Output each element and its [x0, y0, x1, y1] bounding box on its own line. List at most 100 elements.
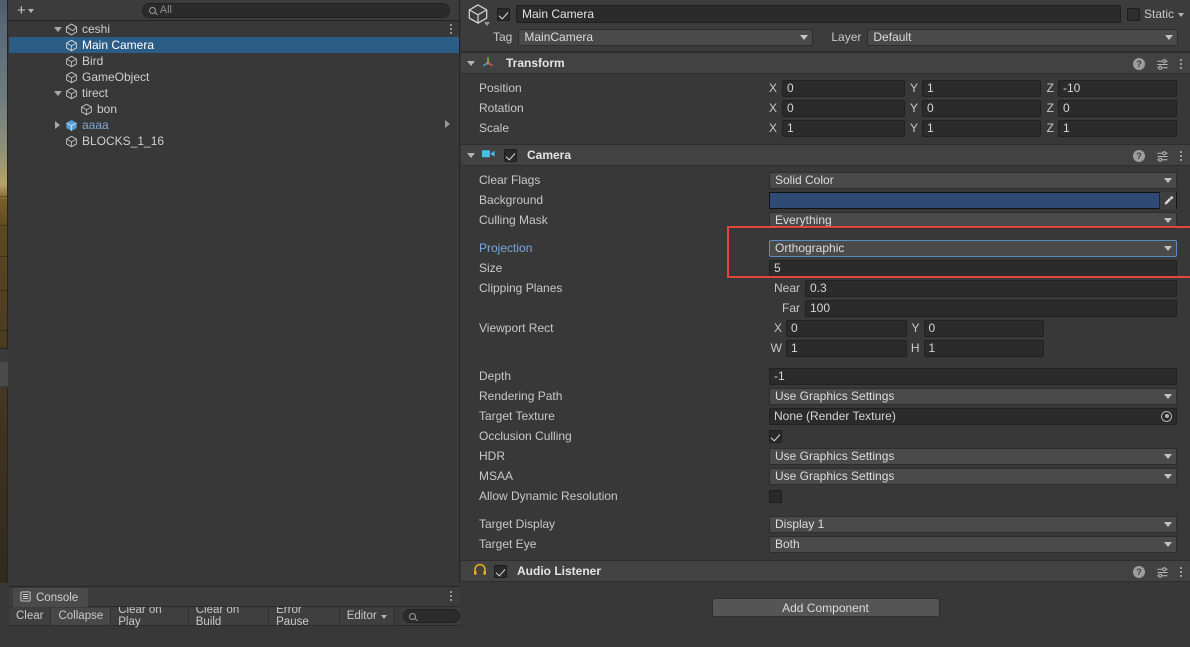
console-clear-on-build-button[interactable]: Clear on Build — [188, 604, 270, 628]
static-flags-control[interactable]: Static — [1126, 7, 1186, 21]
add-component-button[interactable]: Add Component — [711, 598, 940, 617]
hierarchy-row-label: Bird — [82, 54, 104, 68]
chevron-down-icon — [1164, 541, 1172, 547]
clipping-near-field[interactable]: 0.3 — [805, 279, 1177, 297]
expand-twisty-icon[interactable] — [51, 121, 64, 129]
transform-axis-icon — [481, 54, 496, 72]
chevron-down-icon — [1164, 245, 1172, 251]
console-clear-button[interactable]: Clear — [9, 607, 52, 625]
viewport-x-field[interactable]: 0 — [786, 319, 907, 337]
console-log-list[interactable] — [9, 626, 460, 647]
kebab-menu-icon[interactable] — [1180, 151, 1182, 161]
position-y-field[interactable]: 1 — [922, 79, 1041, 97]
clipping-far-field[interactable]: 100 — [805, 299, 1177, 317]
scale-z-field[interactable]: 1 — [1058, 119, 1177, 137]
component-header-audio-listener[interactable]: Audio Listener ? — [461, 560, 1190, 582]
rotation-z-field[interactable]: 0 — [1058, 99, 1177, 117]
rotation-x-field[interactable]: 0 — [782, 99, 905, 117]
size-field[interactable]: 5 — [769, 259, 1177, 277]
expand-twisty-icon[interactable] — [51, 90, 64, 96]
component-header-camera[interactable]: Camera ? — [461, 144, 1190, 166]
console-collapse-button[interactable]: Collapse — [51, 607, 112, 625]
target-eye-dropdown[interactable]: Both — [769, 535, 1177, 553]
tag-dropdown[interactable]: MainCamera — [518, 28, 814, 46]
hdr-dropdown[interactable]: Use Graphics Settings — [769, 447, 1177, 465]
expand-twisty-icon[interactable] — [467, 152, 475, 158]
expand-twisty-icon[interactable] — [51, 26, 64, 32]
background-color-field[interactable] — [769, 191, 1177, 209]
audio-listener-icon — [473, 563, 487, 579]
kebab-menu-icon[interactable] — [1180, 567, 1182, 577]
viewport-h-field[interactable]: 1 — [923, 339, 1044, 357]
projection-value: Orthographic — [775, 241, 845, 255]
preset-icon[interactable] — [1156, 150, 1169, 163]
component-header-transform[interactable]: Transform ? — [461, 52, 1190, 74]
hierarchy-row-blocks-1-16[interactable]: BLOCKS_1_16 — [9, 133, 459, 149]
camera-enabled-checkbox[interactable] — [504, 148, 517, 162]
target-display-dropdown[interactable]: Display 1 — [769, 515, 1177, 533]
gameobject-name-value: Main Camera — [522, 7, 595, 21]
scene-view-sliver[interactable] — [0, 0, 8, 583]
hierarchy-row-tirect[interactable]: tirect — [9, 85, 459, 101]
help-icon[interactable]: ? — [1133, 566, 1145, 578]
kebab-menu-icon[interactable] — [1180, 59, 1182, 69]
position-y-value: 1 — [927, 81, 934, 95]
console-kebab-icon[interactable] — [450, 591, 452, 601]
allow-dynamic-resolution-checkbox[interactable] — [769, 489, 782, 503]
layer-dropdown[interactable]: Default — [867, 28, 1178, 46]
object-picker-icon[interactable] — [1161, 410, 1172, 422]
help-icon[interactable]: ? — [1133, 150, 1145, 162]
preset-icon[interactable] — [1156, 58, 1169, 71]
hierarchy-row-bon[interactable]: bon — [9, 101, 459, 117]
eyedropper-icon[interactable] — [1159, 191, 1176, 209]
inspector-object-header: Main Camera Static Tag MainCamera Layer … — [461, 0, 1190, 52]
projection-dropdown[interactable]: Orthographic — [769, 239, 1177, 257]
hierarchy-row-bird[interactable]: Bird — [9, 53, 459, 69]
preset-icon[interactable] — [1156, 566, 1169, 579]
clear-flags-dropdown[interactable]: Solid Color — [769, 171, 1177, 189]
expand-twisty-icon[interactable] — [467, 60, 475, 66]
help-icon[interactable]: ? — [1133, 58, 1145, 70]
depth-field[interactable]: -1 — [769, 367, 1177, 385]
console-error-pause-button[interactable]: Error Pause — [269, 604, 340, 628]
rendering-path-dropdown[interactable]: Use Graphics Settings — [769, 387, 1177, 405]
hierarchy-row-scene[interactable]: ceshi — [9, 21, 459, 37]
culling-mask-dropdown[interactable]: Everything — [769, 211, 1177, 229]
component-title: Transform — [506, 56, 565, 70]
hierarchy-row-main-camera[interactable]: Main Camera — [9, 37, 459, 53]
scene-sliver-tab-edge[interactable] — [0, 362, 8, 386]
chevron-down-icon[interactable] — [1178, 13, 1184, 17]
rotation-y-field[interactable]: 0 — [922, 99, 1041, 117]
chevron-right-icon[interactable] — [445, 120, 450, 128]
property-label: Viewport Rect — [479, 321, 554, 335]
viewport-y-field[interactable]: 0 — [923, 319, 1044, 337]
static-checkbox[interactable] — [1126, 7, 1140, 21]
hierarchy-search-field[interactable] — [141, 2, 450, 18]
console-search-field[interactable] — [402, 609, 460, 623]
console-editor-dropdown[interactable]: Editor — [339, 607, 395, 625]
scale-x-field[interactable]: 1 — [782, 119, 905, 137]
position-x-field[interactable]: 0 — [782, 79, 905, 97]
target-texture-objectfield[interactable]: None (Render Texture) — [769, 407, 1177, 425]
chevron-down-icon[interactable] — [484, 22, 490, 26]
scale-y-field[interactable]: 1 — [922, 119, 1041, 137]
audio-listener-enabled-checkbox[interactable] — [494, 564, 507, 578]
msaa-value: Use Graphics Settings — [775, 469, 895, 483]
gameobject-enabled-checkbox[interactable] — [497, 7, 510, 21]
background-color-swatch[interactable] — [770, 192, 1159, 208]
viewport-w-field[interactable]: 1 — [786, 339, 907, 357]
gameobject-name-field[interactable]: Main Camera — [516, 5, 1121, 23]
hierarchy-search-input[interactable] — [159, 4, 443, 16]
viewport-h-label: H — [910, 341, 920, 355]
tab-console[interactable]: Console — [13, 588, 89, 607]
occlusion-culling-checkbox[interactable] — [769, 429, 782, 443]
position-z-field[interactable]: -10 — [1058, 79, 1177, 97]
create-gameobject-button[interactable]: + — [13, 2, 38, 19]
hierarchy-row-gameobject[interactable]: GameObject — [9, 69, 459, 85]
msaa-dropdown[interactable]: Use Graphics Settings — [769, 467, 1177, 485]
hierarchy-scene-kebab-icon[interactable] — [450, 21, 452, 37]
hierarchy-row-aaaa[interactable]: aaaa — [9, 117, 459, 133]
console-clear-on-play-button[interactable]: Clear on Play — [111, 604, 189, 628]
depth-value: -1 — [774, 369, 785, 383]
position-x-value: 0 — [787, 81, 794, 95]
